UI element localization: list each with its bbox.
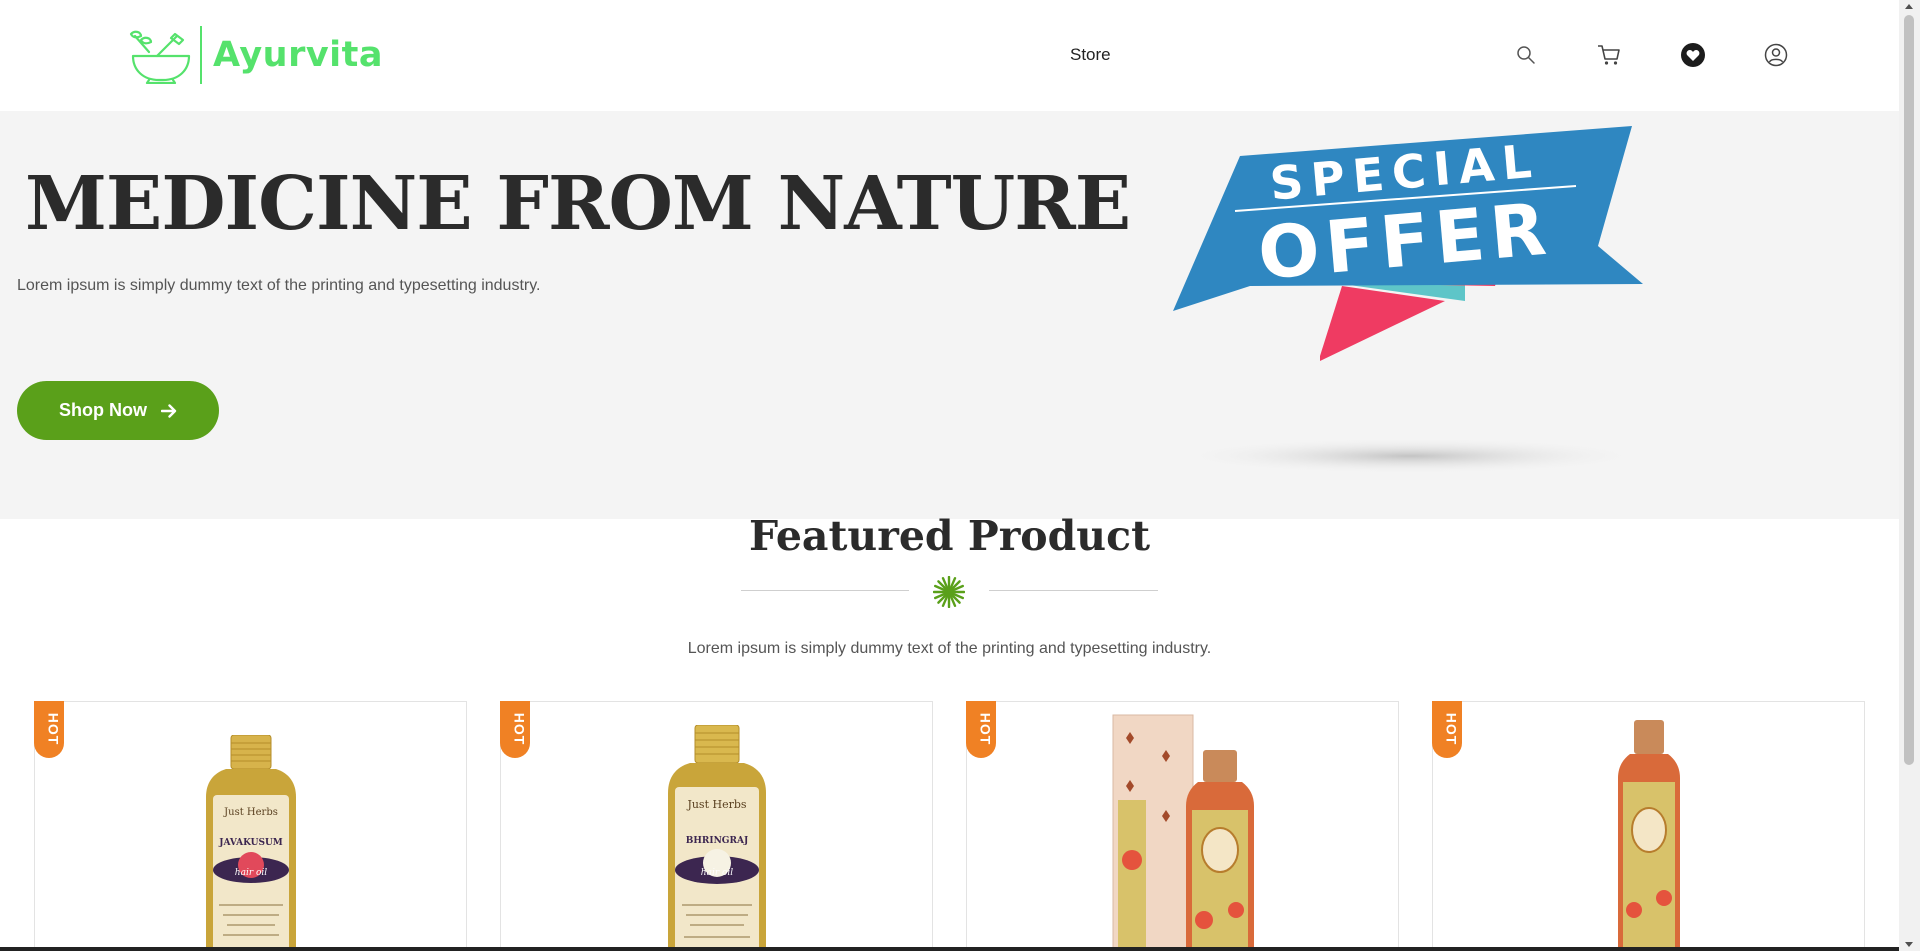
product-image bbox=[1617, 720, 1680, 951]
scroll-up-arrow-icon[interactable] bbox=[1905, 4, 1913, 9]
hot-badge: HOT bbox=[500, 701, 530, 758]
vertical-scrollbar[interactable] bbox=[1899, 0, 1920, 951]
shop-now-label: Shop Now bbox=[59, 400, 147, 420]
brand-logo[interactable]: Ayurvita bbox=[127, 26, 383, 84]
search-icon[interactable] bbox=[1513, 42, 1539, 68]
window-bottom-edge bbox=[0, 947, 1899, 951]
hot-badge: HOT bbox=[1432, 701, 1462, 758]
hero-subtitle: Lorem ipsum is simply dummy text of the … bbox=[17, 277, 541, 294]
svg-text:hair oil: hair oil bbox=[700, 868, 733, 878]
featured-subtitle: Lorem ipsum is simply dummy text of the … bbox=[687, 640, 1212, 657]
product-image bbox=[1112, 714, 1254, 951]
cart-icon[interactable] bbox=[1596, 42, 1622, 68]
brand-name: Ayurvita bbox=[213, 35, 383, 75]
special-offer-banner: SPECIAL OFFER bbox=[1173, 126, 1645, 474]
mortar-pestle-icon bbox=[129, 30, 191, 84]
nav-store-link[interactable]: Store bbox=[1070, 45, 1111, 65]
scrollbar-thumb[interactable] bbox=[1904, 15, 1914, 765]
product-card[interactable]: HOT bbox=[1432, 701, 1865, 951]
shop-now-button[interactable]: Shop Now bbox=[17, 381, 219, 440]
svg-text:Just Herbs: Just Herbs bbox=[223, 807, 278, 818]
product-card[interactable]: HOT Just Herbs BHRINGRAJ hair oil bbox=[500, 701, 933, 951]
product-image: Just Herbs BHRINGRAJ hair oil bbox=[667, 725, 766, 951]
arrow-right-icon bbox=[161, 403, 177, 418]
svg-text:JAVAKUSUM: JAVAKUSUM bbox=[218, 838, 283, 848]
featured-title: Featured Product bbox=[748, 512, 1151, 560]
hot-badge: HOT bbox=[966, 701, 996, 758]
svg-text:Just Herbs: Just Herbs bbox=[686, 798, 746, 811]
product-card[interactable]: HOT bbox=[966, 701, 1399, 951]
user-icon[interactable] bbox=[1763, 42, 1789, 68]
page: Ayurvita Store MEDICINE FROM NATURE Lore… bbox=[0, 0, 1899, 951]
logo-divider bbox=[200, 26, 202, 84]
hero-title: MEDICINE FROM NATURE bbox=[25, 161, 1131, 247]
heart-icon[interactable] bbox=[1680, 42, 1706, 68]
divider-line-right bbox=[989, 590, 1158, 591]
svg-text:BHRINGRAJ: BHRINGRAJ bbox=[685, 836, 747, 846]
scroll-down-arrow-icon[interactable] bbox=[1905, 942, 1913, 947]
divider-line-left bbox=[741, 590, 909, 591]
hot-badge: HOT bbox=[34, 701, 64, 758]
product-image: Just Herbs JAVAKUSUM hair oil bbox=[205, 735, 296, 951]
svg-text:hair oil: hair oil bbox=[234, 868, 267, 878]
product-card[interactable]: HOT Just Herbs JAVAKUSUM hair oil bbox=[34, 701, 467, 951]
leaf-star-icon bbox=[933, 576, 965, 608]
site-header: Ayurvita Store bbox=[0, 0, 1899, 111]
hero-banner: MEDICINE FROM NATURE Lorem ipsum is simp… bbox=[0, 111, 1899, 519]
